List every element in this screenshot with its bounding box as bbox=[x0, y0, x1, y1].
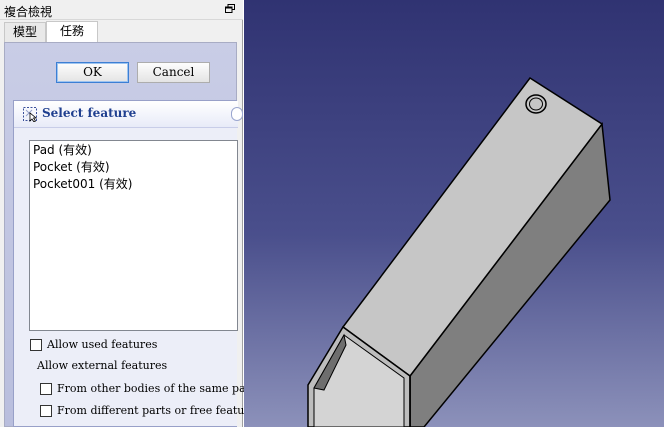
list-item[interactable]: Pad (有效) bbox=[33, 142, 234, 159]
select-feature-header[interactable]: Select feature bbox=[14, 101, 243, 128]
different-parts-checkbox[interactable] bbox=[40, 405, 52, 417]
undock-icon[interactable] bbox=[225, 4, 235, 13]
other-bodies-label: From other bodies of the same part bbox=[57, 382, 256, 395]
tab-tasks[interactable]: 任務 bbox=[46, 21, 98, 42]
feature-list[interactable]: Pad (有效) Pocket (有效) Pocket001 (有效) bbox=[29, 140, 238, 331]
combo-view-panel: 複合檢視 模型 任務 OK Cancel Select feature Pad … bbox=[0, 0, 262, 427]
combo-view-title: 複合檢視 bbox=[4, 5, 53, 19]
allow-external-features-label: Allow external features bbox=[37, 359, 168, 372]
3d-model[interactable] bbox=[244, 0, 664, 427]
combo-view-title-bar: 複合檢視 bbox=[0, 0, 243, 20]
ok-button[interactable]: OK bbox=[56, 62, 129, 83]
cancel-button[interactable]: Cancel bbox=[137, 62, 210, 83]
list-item[interactable]: Pocket (有效) bbox=[33, 159, 234, 176]
combo-view-tabs: 模型 任務 bbox=[0, 20, 243, 42]
tab-model[interactable]: 模型 bbox=[4, 22, 46, 42]
select-feature-title: Select feature bbox=[42, 106, 137, 120]
other-bodies-checkbox[interactable] bbox=[40, 383, 52, 395]
3d-viewport[interactable] bbox=[244, 0, 664, 427]
allow-used-features-checkbox[interactable] bbox=[30, 339, 42, 351]
collapse-toggle[interactable] bbox=[231, 107, 243, 121]
different-parts-label: From different parts or free features bbox=[57, 404, 262, 417]
selection-icon bbox=[23, 107, 38, 122]
allow-used-features-label: Allow used features bbox=[47, 338, 158, 351]
select-feature-box: Select feature Pad (有效) Pocket (有效) Pock… bbox=[13, 100, 262, 427]
list-item[interactable]: Pocket001 (有效) bbox=[33, 176, 234, 193]
